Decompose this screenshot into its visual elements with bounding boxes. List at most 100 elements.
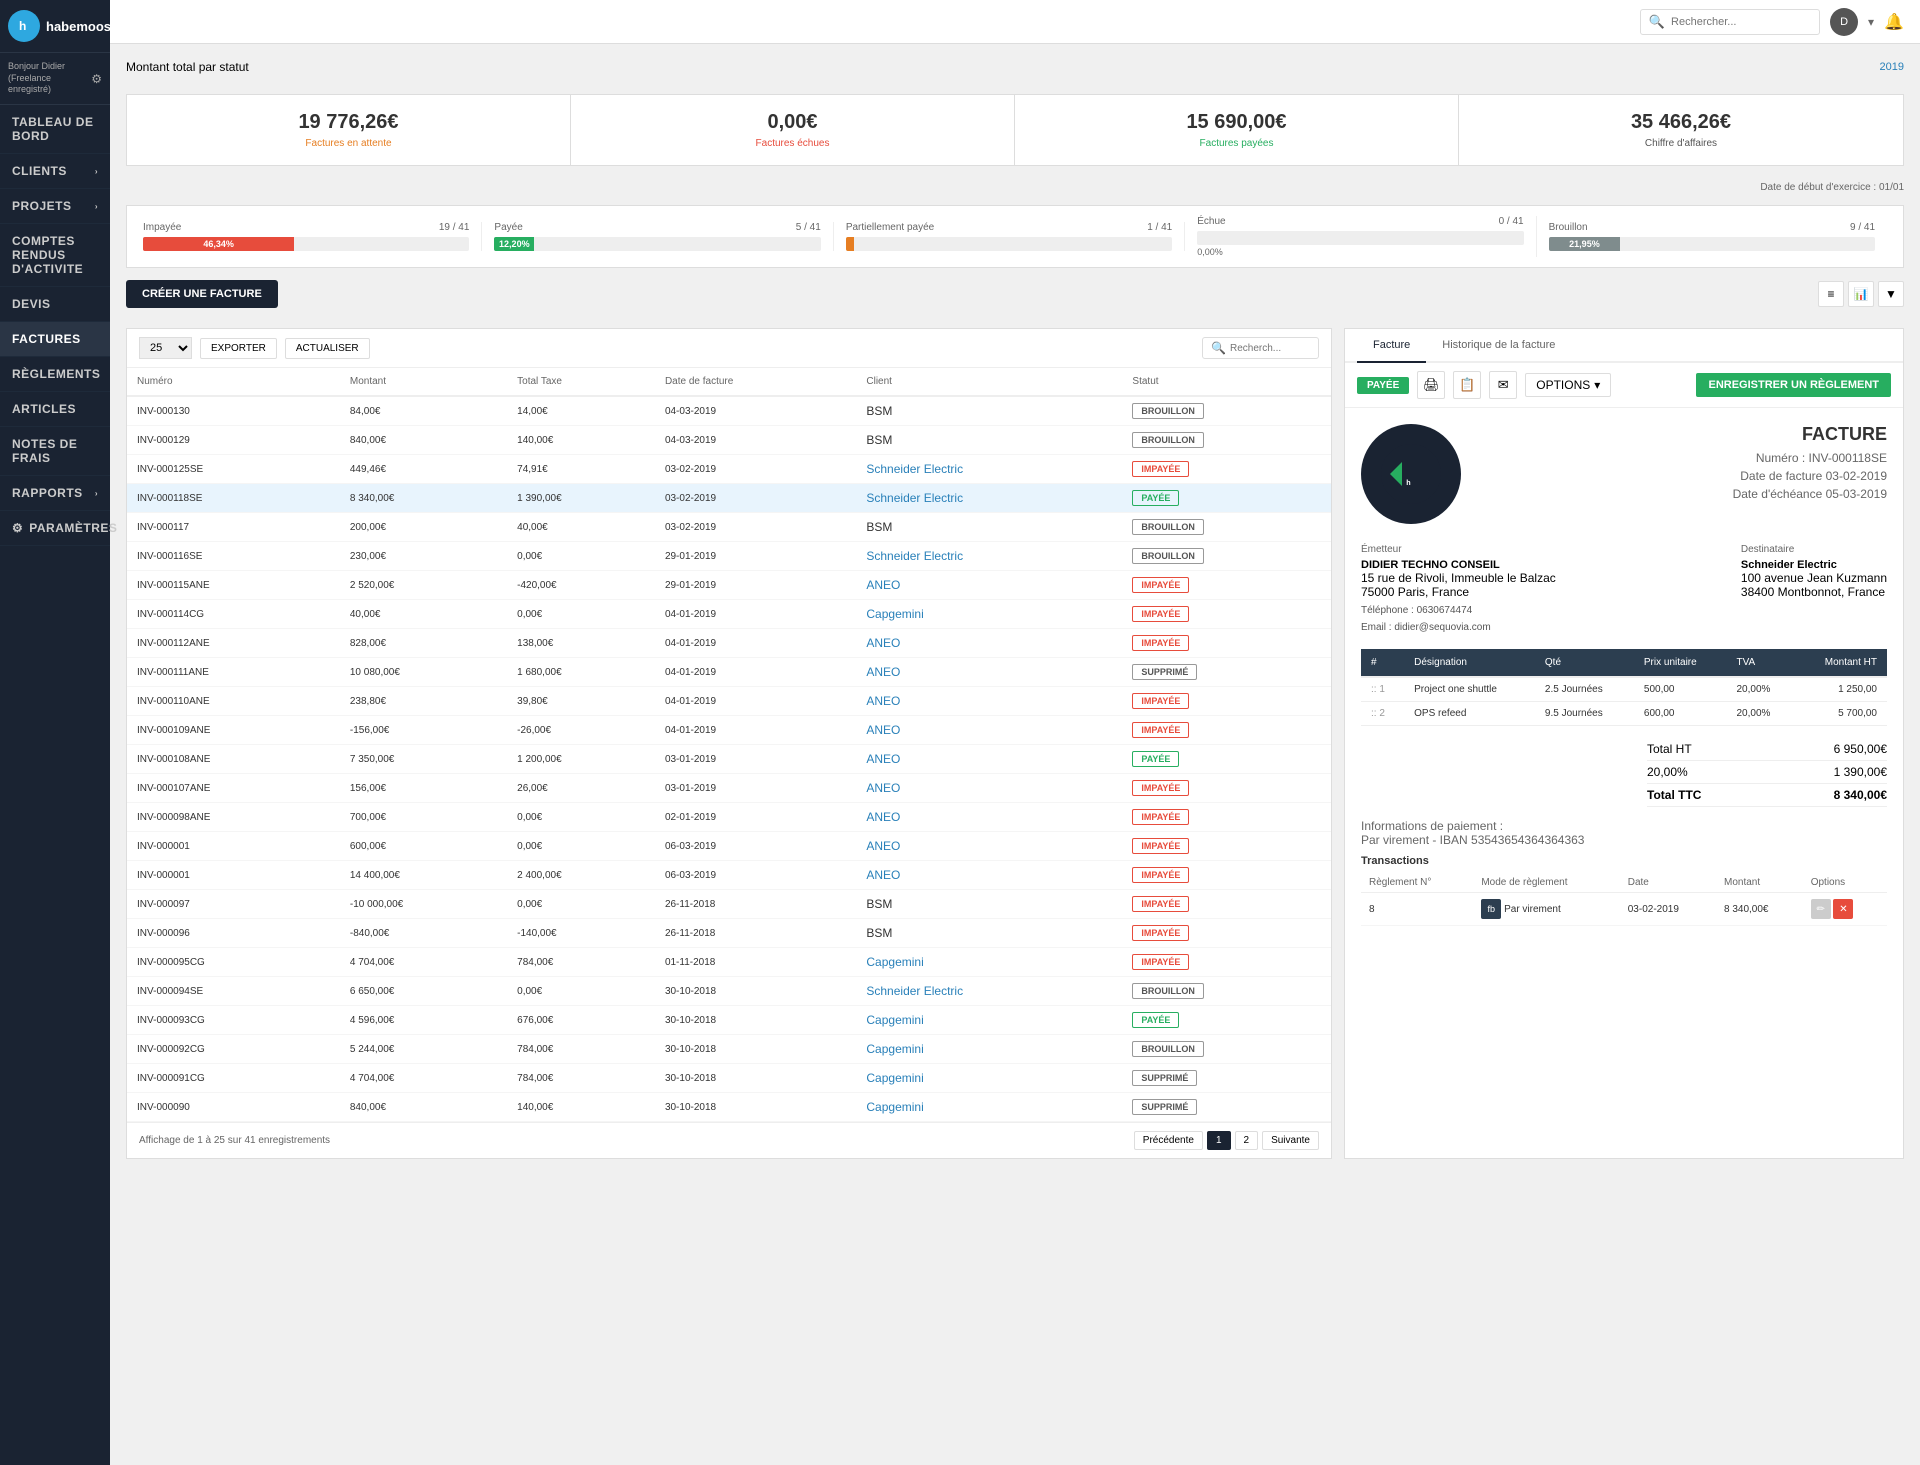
- sidebar-item-projets[interactable]: PROJETS ›: [0, 189, 110, 224]
- table-row[interactable]: INV-000092CG 5 244,00€ 784,00€ 30-10-201…: [127, 1035, 1331, 1064]
- table-row[interactable]: INV-000107ANE 156,00€ 26,00€ 03-01-2019 …: [127, 774, 1331, 803]
- table-search-input[interactable]: [1230, 343, 1310, 354]
- stats-year[interactable]: 2019: [1880, 61, 1904, 73]
- client-link[interactable]: ANEO: [866, 810, 900, 824]
- per-page-select[interactable]: 25 50 100: [139, 337, 192, 359]
- sidebar-item-reglements[interactable]: RÈGLEMENTS: [0, 357, 110, 392]
- sidebar-item-devis[interactable]: DEVIS: [0, 287, 110, 322]
- sidebar-item-label: CLIENTS: [12, 164, 67, 178]
- client-link[interactable]: ANEO: [866, 868, 900, 882]
- table-panel: 25 50 100 EXPORTER ACTUALISER 🔍 Numéro: [126, 328, 1332, 1159]
- table-search[interactable]: 🔍: [1202, 337, 1319, 359]
- sidebar-item-label: TABLEAU DE BORD: [12, 115, 98, 143]
- client-link[interactable]: ANEO: [866, 636, 900, 650]
- filter-button[interactable]: ▼: [1878, 281, 1904, 307]
- client-link[interactable]: ANEO: [866, 781, 900, 795]
- create-invoice-button[interactable]: CRÉER UNE FACTURE: [126, 280, 278, 308]
- client-link[interactable]: Capgemini: [866, 1013, 923, 1027]
- sidebar-item-tableau-de-bord[interactable]: TABLEAU DE BORD: [0, 105, 110, 154]
- next-page-button[interactable]: Suivante: [1262, 1131, 1319, 1150]
- export-button[interactable]: EXPORTER: [200, 338, 277, 359]
- table-row[interactable]: INV-000091CG 4 704,00€ 784,00€ 30-10-201…: [127, 1064, 1331, 1093]
- client-link[interactable]: Capgemini: [866, 1100, 923, 1114]
- cell-date: 03-02-2019: [655, 513, 856, 542]
- register-payment-button[interactable]: ENREGISTRER UN RÈGLEMENT: [1696, 373, 1891, 397]
- table-row[interactable]: INV-000001 600,00€ 0,00€ 06-03-2019 ANEO…: [127, 832, 1331, 861]
- table-row[interactable]: INV-000112ANE 828,00€ 138,00€ 04-01-2019…: [127, 629, 1331, 658]
- page-2-button[interactable]: 2: [1235, 1131, 1259, 1150]
- table-row[interactable]: INV-000096 -840,00€ -140,00€ 26-11-2018 …: [127, 919, 1331, 948]
- client-link[interactable]: Capgemini: [866, 607, 923, 621]
- table-row[interactable]: INV-000115ANE 2 520,00€ -420,00€ 29-01-2…: [127, 571, 1331, 600]
- client-link[interactable]: Capgemini: [866, 1042, 923, 1056]
- delete-transaction-button[interactable]: ✕: [1833, 899, 1853, 919]
- cell-date: 03-01-2019: [655, 745, 856, 774]
- sidebar-item-articles[interactable]: ARTICLES: [0, 392, 110, 427]
- copy-button[interactable]: 📋: [1453, 371, 1481, 399]
- prev-page-button[interactable]: Précédente: [1134, 1131, 1203, 1150]
- chevron-down-icon[interactable]: ▾: [1868, 15, 1874, 29]
- edit-transaction-button[interactable]: ✏: [1811, 899, 1831, 919]
- page-1-button[interactable]: 1: [1207, 1131, 1231, 1150]
- table-row[interactable]: INV-000117 200,00€ 40,00€ 03-02-2019 BSM…: [127, 513, 1331, 542]
- cell-client: Schneider Electric: [856, 977, 1122, 1006]
- email-button[interactable]: ✉: [1489, 371, 1517, 399]
- table-row[interactable]: INV-000095CG 4 704,00€ 784,00€ 01-11-201…: [127, 948, 1331, 977]
- list-view-button[interactable]: ≡: [1818, 281, 1844, 307]
- options-button[interactable]: OPTIONS ▾: [1525, 373, 1611, 397]
- client-link[interactable]: Schneider Electric: [866, 491, 963, 505]
- table-row[interactable]: INV-000093CG 4 596,00€ 676,00€ 30-10-201…: [127, 1006, 1331, 1035]
- table-row[interactable]: INV-000094SE 6 650,00€ 0,00€ 30-10-2018 …: [127, 977, 1331, 1006]
- client-link[interactable]: ANEO: [866, 752, 900, 766]
- sidebar-item-rapports[interactable]: RAPPORTS ›: [0, 476, 110, 511]
- client-link[interactable]: Capgemini: [866, 1071, 923, 1085]
- cell-date: 02-01-2019: [655, 803, 856, 832]
- notification-bell-icon[interactable]: 🔔: [1884, 12, 1904, 32]
- update-button[interactable]: ACTUALISER: [285, 338, 370, 359]
- cell-taxe: -420,00€: [507, 571, 655, 600]
- table-row[interactable]: INV-000125SE 449,46€ 74,91€ 03-02-2019 S…: [127, 455, 1331, 484]
- client-link[interactable]: Schneider Electric: [866, 462, 963, 476]
- print-button[interactable]: 🖨: [1417, 371, 1445, 399]
- emetteur-addr2: 75000 Paris, France: [1361, 585, 1556, 599]
- progress-bar: [846, 237, 854, 251]
- table-row[interactable]: INV-000109ANE -156,00€ -26,00€ 04-01-201…: [127, 716, 1331, 745]
- client-link[interactable]: Schneider Electric: [866, 549, 963, 563]
- table-row[interactable]: INV-000130 84,00€ 14,00€ 04-03-2019 BSM …: [127, 396, 1331, 426]
- table-row[interactable]: INV-000090 840,00€ 140,00€ 30-10-2018 Ca…: [127, 1093, 1331, 1122]
- search-box[interactable]: 🔍: [1640, 9, 1820, 35]
- table-row[interactable]: INV-000114CG 40,00€ 0,00€ 04-01-2019 Cap…: [127, 600, 1331, 629]
- table-row[interactable]: INV-000111ANE 10 080,00€ 1 680,00€ 04-01…: [127, 658, 1331, 687]
- table-row[interactable]: INV-000098ANE 700,00€ 0,00€ 02-01-2019 A…: [127, 803, 1331, 832]
- table-row[interactable]: INV-000108ANE 7 350,00€ 1 200,00€ 03-01-…: [127, 745, 1331, 774]
- table-row[interactable]: INV-000110ANE 238,80€ 39,80€ 04-01-2019 …: [127, 687, 1331, 716]
- status-badge: PAYÉE: [1132, 751, 1179, 767]
- table-row[interactable]: INV-000116SE 230,00€ 0,00€ 29-01-2019 Sc…: [127, 542, 1331, 571]
- client-link[interactable]: ANEO: [866, 839, 900, 853]
- client-link[interactable]: ANEO: [866, 694, 900, 708]
- table-row[interactable]: INV-000097 -10 000,00€ 0,00€ 26-11-2018 …: [127, 890, 1331, 919]
- client-link[interactable]: Capgemini: [866, 955, 923, 969]
- status-badge: IMPAYÉE: [1132, 577, 1189, 593]
- chart-view-button[interactable]: 📊: [1848, 281, 1874, 307]
- table-row[interactable]: INV-000001 14 400,00€ 2 400,00€ 06-03-20…: [127, 861, 1331, 890]
- sidebar-item-comptes-rendus[interactable]: COMPTES RENDUS D'ACTIVITE: [0, 224, 110, 287]
- settings-icon[interactable]: ⚙: [91, 72, 102, 86]
- client-link[interactable]: ANEO: [866, 578, 900, 592]
- sidebar-item-notes-de-frais[interactable]: NOTES DE FRAIS: [0, 427, 110, 476]
- table-row[interactable]: INV-000118SE 8 340,00€ 1 390,00€ 03-02-2…: [127, 484, 1331, 513]
- tab-facture[interactable]: Facture: [1357, 329, 1426, 363]
- cell-taxe: 0,00€: [507, 803, 655, 832]
- client-link[interactable]: Schneider Electric: [866, 984, 963, 998]
- table-row[interactable]: INV-000129 840,00€ 140,00€ 04-03-2019 BS…: [127, 426, 1331, 455]
- client-link[interactable]: ANEO: [866, 723, 900, 737]
- search-input[interactable]: [1671, 16, 1811, 28]
- tab-historique[interactable]: Historique de la facture: [1426, 329, 1571, 363]
- sidebar-item-clients[interactable]: CLIENTS ›: [0, 154, 110, 189]
- sidebar-item-factures[interactable]: FACTURES: [0, 322, 110, 357]
- sidebar-item-parametres[interactable]: ⚙ PARAMÈTRES: [0, 511, 110, 546]
- cell-taxe: 39,80€: [507, 687, 655, 716]
- client-link[interactable]: ANEO: [866, 665, 900, 679]
- cell-date: 04-03-2019: [655, 426, 856, 455]
- col-date: Date de facture: [655, 368, 856, 396]
